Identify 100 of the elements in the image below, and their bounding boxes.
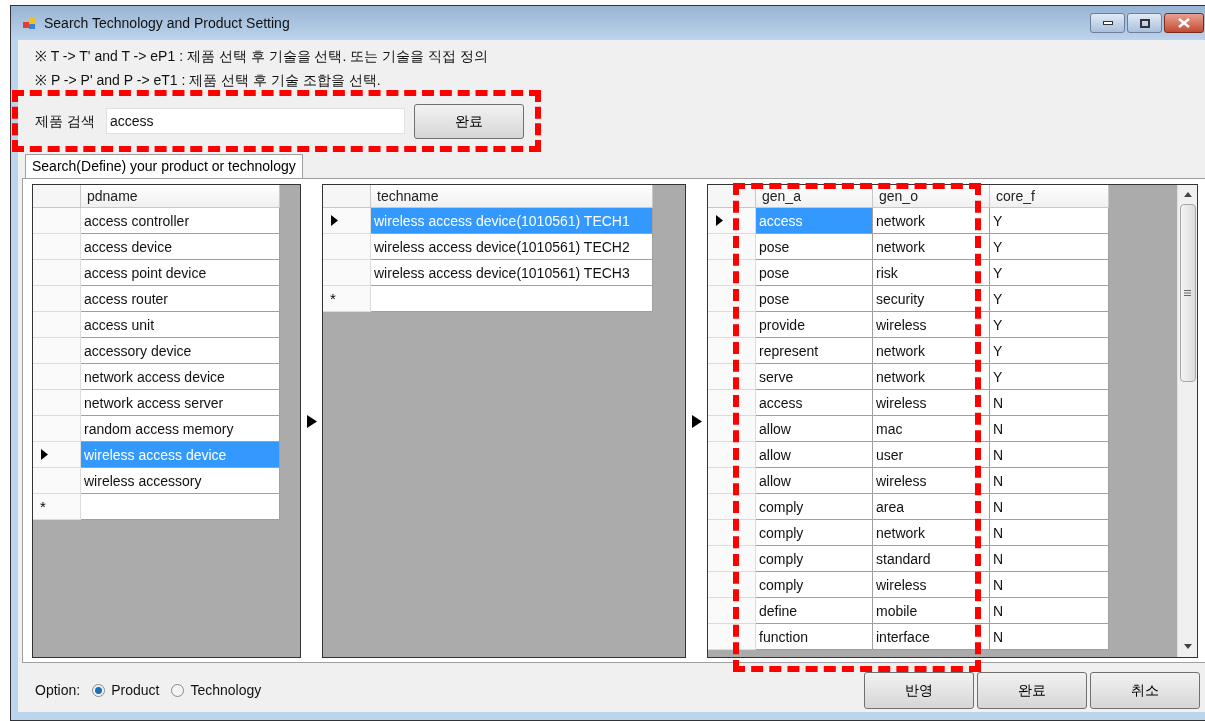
- table-cell[interactable]: access device: [81, 234, 280, 260]
- table-cell[interactable]: N: [990, 546, 1109, 572]
- table-cell[interactable]: N: [990, 390, 1109, 416]
- scrollbar-thumb[interactable]: [1179, 204, 1196, 382]
- table-cell[interactable]: accessory device: [81, 338, 280, 364]
- table-cell[interactable]: network: [873, 338, 990, 364]
- table-cell[interactable]: comply: [756, 494, 873, 520]
- table-cell[interactable]: Y: [990, 260, 1109, 286]
- table-cell[interactable]: network access server: [81, 390, 280, 416]
- dialog-button[interactable]: 반영: [864, 671, 974, 709]
- table-cell[interactable]: wireless: [873, 312, 990, 338]
- column-header[interactable]: core_f: [990, 185, 1109, 208]
- table-cell[interactable]: N: [990, 494, 1109, 520]
- table-cell[interactable]: wireless access device(1010561) TECH2: [371, 234, 653, 260]
- radio-option[interactable]: Technology: [171, 679, 262, 701]
- scroll-up-icon[interactable]: [1183, 192, 1192, 197]
- scroll-down-icon[interactable]: [1183, 644, 1192, 649]
- tab[interactable]: Search(Define) your product or technology: [25, 154, 303, 178]
- table-cell[interactable]: access: [756, 390, 873, 416]
- vertical-scrollbar[interactable]: [1177, 185, 1197, 657]
- column-header[interactable]: techname: [371, 185, 653, 208]
- table-cell[interactable]: comply: [756, 520, 873, 546]
- maximize-button[interactable]: [1127, 13, 1162, 33]
- table-cell[interactable]: Y: [990, 312, 1109, 338]
- table-cell[interactable]: access controller: [81, 208, 280, 234]
- table-cell[interactable]: serve: [756, 364, 873, 390]
- table-cell[interactable]: mobile: [873, 598, 990, 624]
- table-cell[interactable]: provide: [756, 312, 873, 338]
- search-label: 제품 검색: [35, 111, 96, 131]
- search-field[interactable]: access: [106, 108, 405, 134]
- table-cell[interactable]: wireless: [873, 390, 990, 416]
- row-header[interactable]: [323, 208, 371, 234]
- column-header[interactable]: pdname: [81, 185, 280, 208]
- table-cell[interactable]: wireless access device(1010561) TECH3: [371, 260, 653, 286]
- table-cell[interactable]: N: [990, 442, 1109, 468]
- table-cell[interactable]: N: [990, 572, 1109, 598]
- table-cell[interactable]: user: [873, 442, 990, 468]
- table-cell[interactable]: N: [990, 468, 1109, 494]
- table-cell[interactable]: pose: [756, 286, 873, 312]
- grid-corner-header: [33, 185, 81, 208]
- table-cell[interactable]: standard: [873, 546, 990, 572]
- radio-button[interactable]: [92, 683, 106, 697]
- table-cell[interactable]: risk: [873, 260, 990, 286]
- table-cell[interactable]: Y: [990, 364, 1109, 390]
- table-cell[interactable]: Y: [990, 338, 1109, 364]
- table-cell[interactable]: allow: [756, 416, 873, 442]
- table-cell[interactable]: random access memory: [81, 416, 280, 442]
- table-cell[interactable]: define: [756, 598, 873, 624]
- table-cell[interactable]: security: [873, 286, 990, 312]
- table-cell[interactable]: network: [873, 520, 990, 546]
- table-cell[interactable]: interface: [873, 624, 990, 650]
- table-cell[interactable]: N: [990, 624, 1109, 650]
- dialog-button[interactable]: 취소: [1090, 671, 1200, 709]
- table-cell[interactable]: access router: [81, 286, 280, 312]
- instruction-note: ※ P -> P' and P -> eT1 : 제품 선택 후 기술 조합을 선택.: [35, 71, 382, 90]
- minimize-button[interactable]: [1090, 13, 1125, 33]
- row-indicator-icon: [331, 215, 338, 226]
- table-cell[interactable]: mac: [873, 416, 990, 442]
- grip-icon: [1184, 290, 1191, 296]
- table-cell[interactable]: Y: [990, 286, 1109, 312]
- table-cell[interactable]: function: [756, 624, 873, 650]
- row-indicator-icon: [41, 449, 48, 460]
- table-cell[interactable]: network: [873, 208, 990, 234]
- table-cell[interactable]: represent: [756, 338, 873, 364]
- table-cell[interactable]: comply: [756, 546, 873, 572]
- done-button[interactable]: 완료: [414, 103, 524, 139]
- window-title: Search Technology and Product Setting: [44, 13, 290, 33]
- table-cell[interactable]: N: [990, 598, 1109, 624]
- table-cell[interactable]: N: [990, 416, 1109, 442]
- close-button[interactable]: [1164, 13, 1204, 33]
- table-cell[interactable]: Y: [990, 234, 1109, 260]
- table-cell[interactable]: wireless: [873, 468, 990, 494]
- table-cell[interactable]: access point device: [81, 260, 280, 286]
- table-cell[interactable]: allow: [756, 468, 873, 494]
- table-cell[interactable]: network access device: [81, 364, 280, 390]
- grid-corner-header: [323, 185, 371, 208]
- app-icon: [23, 16, 37, 30]
- table-cell[interactable]: wireless: [873, 572, 990, 598]
- row-header[interactable]: [708, 208, 756, 234]
- table-cell[interactable]: N: [990, 520, 1109, 546]
- instruction-note: ※ T -> T' and T -> eP1 : 제품 선택 후 기술을 선택. 또는 기술을 직접 정의: [35, 47, 489, 66]
- table-cell[interactable]: [371, 286, 653, 312]
- table-cell[interactable]: [81, 494, 280, 520]
- table-cell[interactable]: allow: [756, 442, 873, 468]
- table-cell[interactable]: pose: [756, 260, 873, 286]
- table-cell[interactable]: comply: [756, 572, 873, 598]
- minimize-icon: [1102, 21, 1113, 25]
- table-cell[interactable]: Y: [990, 208, 1109, 234]
- radio-option[interactable]: Product: [92, 679, 160, 701]
- row-header[interactable]: [33, 442, 81, 468]
- table-cell[interactable]: access unit: [81, 312, 280, 338]
- option-label: Option:: [35, 680, 81, 700]
- table-cell[interactable]: network: [873, 234, 990, 260]
- table-cell[interactable]: pose: [756, 234, 873, 260]
- radio-button[interactable]: [171, 683, 185, 697]
- close-icon: [1178, 18, 1190, 28]
- table-cell[interactable]: area: [873, 494, 990, 520]
- table-cell[interactable]: wireless accessory: [81, 468, 280, 494]
- table-cell[interactable]: network: [873, 364, 990, 390]
- dialog-button[interactable]: 완료: [977, 671, 1087, 709]
